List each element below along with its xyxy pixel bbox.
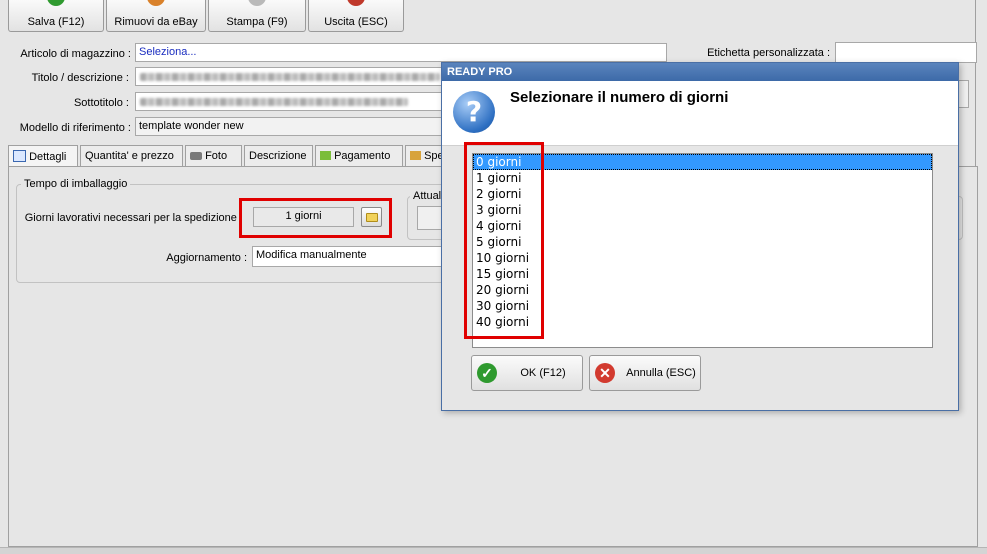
title-field[interactable]: [135, 67, 455, 86]
cross-icon: ✕: [595, 363, 615, 383]
tab-pagamento[interactable]: Pagamento: [315, 145, 403, 166]
select-days-dialog: READY PRO ? Selezionare il numero di gio…: [441, 62, 959, 411]
dialog-title-bar: READY PRO: [442, 63, 958, 81]
remove-from-ebay-button[interactable]: Rimuovi da eBay: [106, 0, 206, 32]
question-icon: ?: [453, 91, 495, 133]
days-highlight-box: [239, 198, 392, 238]
tab-foto[interactable]: Foto: [185, 145, 242, 166]
subtitle-field[interactable]: [135, 92, 455, 111]
exit-icon: [347, 0, 365, 6]
blurred-subtitle-text: [140, 98, 408, 106]
ok-button[interactable]: ✓ OK (F12): [471, 355, 583, 391]
article-label: Articolo di magazzino :: [20, 48, 131, 60]
calendar-icon: [13, 150, 26, 162]
camera-icon: [190, 152, 202, 160]
dialog-heading: Selezionare il numero di giorni: [510, 89, 729, 106]
package-icon: [410, 151, 421, 160]
options-highlight-box: [464, 142, 544, 339]
exit-button[interactable]: Uscita (ESC): [308, 0, 404, 32]
custom-label-input[interactable]: [835, 42, 977, 63]
model-value: template wonder new: [139, 120, 244, 132]
packaging-group-title: Tempo di imballaggio: [21, 178, 131, 190]
tab-dettagli[interactable]: Dettagli: [8, 145, 78, 167]
remove-icon: [147, 0, 165, 6]
model-label: Modello di riferimento :: [19, 122, 131, 134]
title-label: Titolo / descrizione :: [31, 72, 129, 84]
update-value: Modifica manualmente: [256, 249, 367, 261]
blurred-title-text: [140, 73, 440, 81]
cancel-button[interactable]: ✕ Annulla (ESC): [589, 355, 701, 391]
custom-label-label: Etichetta personalizzata :: [707, 47, 830, 59]
subtitle-label: Sottotitolo :: [73, 97, 129, 109]
dialog-header: ? Selezionare il numero di giorni: [442, 81, 958, 146]
tab-quantita-prezzo[interactable]: Quantita' e prezzo: [80, 145, 183, 166]
money-icon: [320, 151, 331, 160]
checkmark-icon: ✓: [477, 363, 497, 383]
days-label: Giorni lavorativi necessari per la spedi…: [24, 212, 243, 224]
article-value: Seleziona...: [139, 46, 197, 58]
printer-icon: [248, 0, 266, 6]
update-select[interactable]: Modifica manualmente: [252, 246, 452, 267]
save-icon: [47, 0, 65, 6]
update-label: Aggiornamento :: [166, 252, 247, 264]
save-button[interactable]: Salva (F12): [8, 0, 104, 32]
tab-descrizione[interactable]: Descrizione: [244, 145, 313, 166]
print-button[interactable]: Stampa (F9): [208, 0, 306, 32]
side-group-title: Attual: [410, 190, 445, 202]
model-field[interactable]: template wonder new: [135, 117, 455, 136]
article-field[interactable]: Seleziona...: [135, 43, 667, 62]
